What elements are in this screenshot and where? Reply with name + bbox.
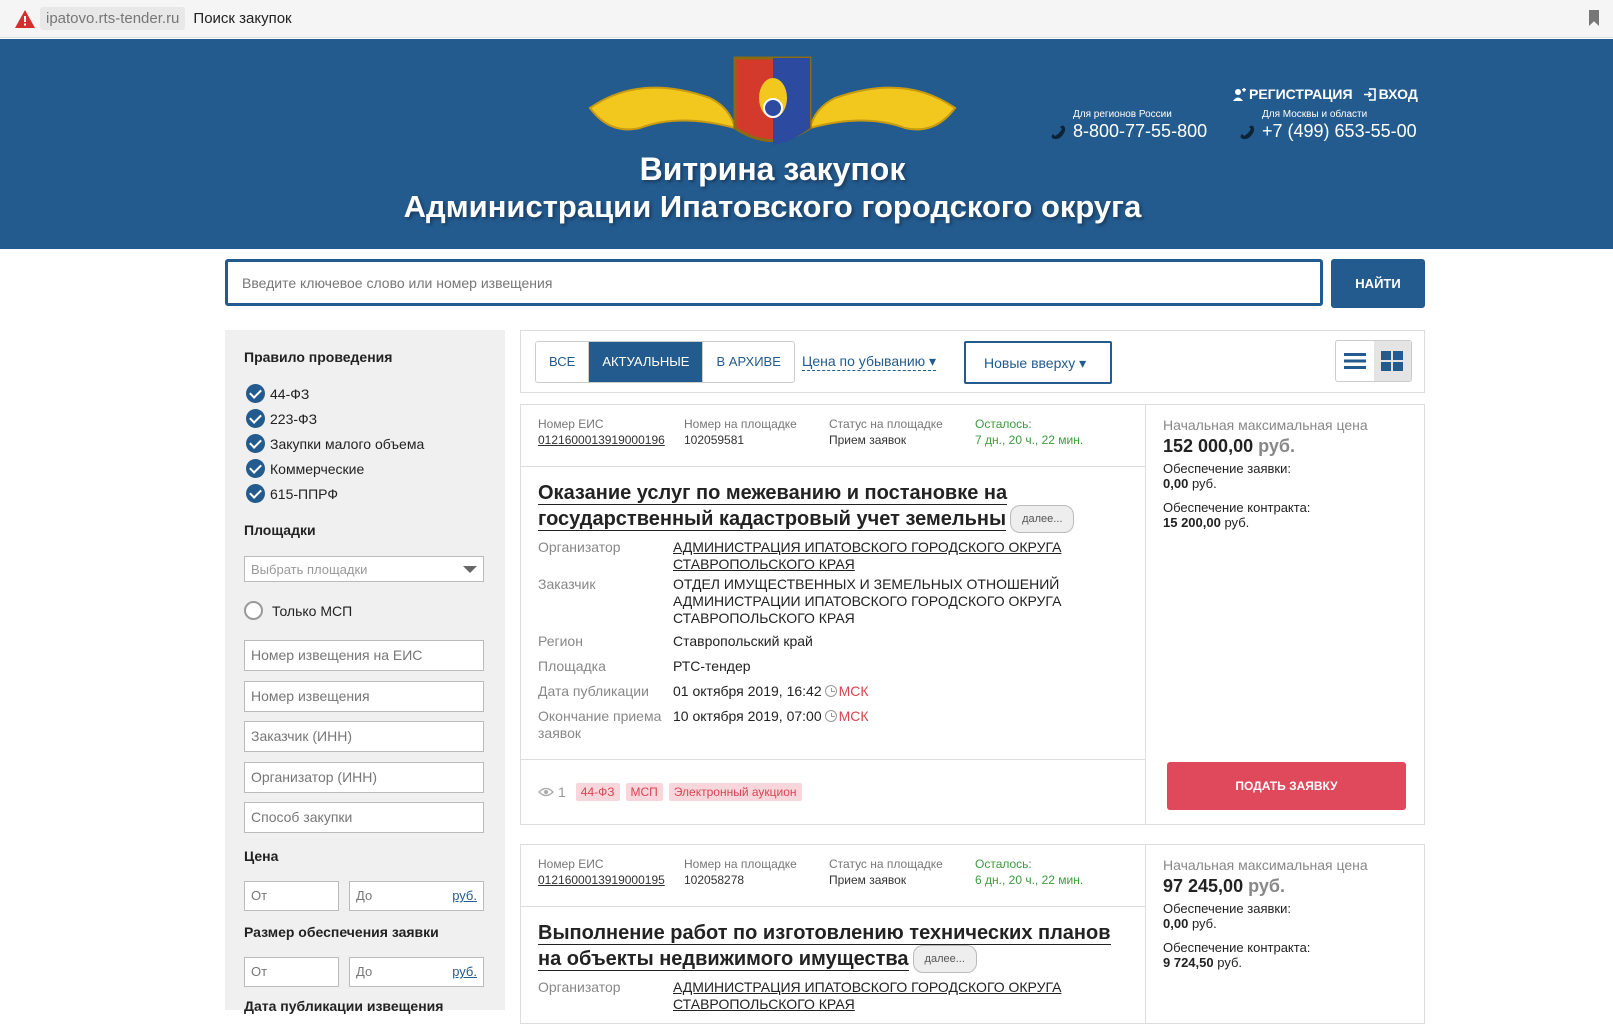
platforms-heading: Площадки [244, 522, 316, 538]
eis-number: Номер ЕИС 0121600013919000195 [538, 857, 665, 887]
tender-tags: 1 44-ФЗ МСП Электронный аукцион [538, 783, 802, 801]
tab-actual[interactable]: АКТУАЛЬНЫЕ [589, 342, 704, 382]
platform-number: Номер на площадке 102058278 [684, 857, 797, 887]
guarantee-heading: Размер обеспечения заявки [244, 924, 439, 940]
checkbox-checked-icon [246, 384, 265, 403]
customer-row: Заказчик ОТДЕЛ ИМУЩЕСТВЕННЫХ И ЗЕМЕЛЬНЫХ … [538, 576, 1062, 626]
date-heading: Дата публикации извещения [244, 998, 444, 1014]
more-button[interactable]: далее... [912, 945, 977, 973]
filters-sidebar: Правило проведения 44-ФЗ 223-ФЗ Закупки … [225, 330, 505, 1014]
search-button[interactable]: НАЙТИ [1331, 259, 1425, 308]
only-msp-radio[interactable]: Только МСП [244, 601, 352, 620]
warning-icon[interactable] [14, 9, 36, 29]
price-sort-link[interactable]: Цена по убыванию ▾ [802, 353, 937, 371]
tag-msp: МСП [625, 783, 663, 801]
rule-checkbox-44fz[interactable]: 44-ФЗ [246, 384, 309, 403]
platforms-select[interactable]: Выбрать площадки [244, 556, 484, 582]
phone-icon [1240, 125, 1255, 140]
phone-number[interactable]: +7 (499) 653-55-00 [1262, 121, 1417, 142]
tender-card: Номер ЕИС 0121600013919000195 Номер на пл… [520, 844, 1425, 1024]
customer-inn-field[interactable]: Заказчик (ИНН) [244, 721, 484, 752]
eis-number: Номер ЕИС 0121600013919000196 [538, 417, 665, 447]
rule-checkbox-commercial[interactable]: Коммерческие [246, 459, 364, 478]
more-button[interactable]: далее... [1010, 505, 1075, 533]
checkbox-checked-icon [246, 459, 265, 478]
phone-regions: Для регионов России 8-800-77-55-800 [1051, 109, 1207, 142]
organizer-row: Организатор АДМИНИСТРАЦИЯ ИПАТОВСКОГО ГОР… [538, 539, 1062, 572]
checkbox-checked-icon [246, 409, 265, 428]
user-add-icon [1233, 88, 1246, 101]
login-icon [1363, 88, 1376, 101]
login-link[interactable]: ВХОД [1363, 86, 1418, 102]
organizer-row: Организатор АДМИНИСТРАЦИЯ ИПАТОВСКОГО ГОР… [538, 979, 1062, 1012]
phone-number[interactable]: 8-800-77-55-800 [1073, 121, 1207, 142]
platform-status: Статус на площадке Прием заявок [829, 857, 943, 887]
status-tabs: ВСЕ АКТУАЛЬНЫЕ В АРХИВЕ [535, 341, 795, 383]
site-header: Витрина закупок Администрации Ипатовског… [0, 39, 1613, 249]
tab-archive[interactable]: В АРХИВЕ [703, 342, 794, 382]
rule-checkbox-223fz[interactable]: 223-ФЗ [246, 409, 317, 428]
search-input[interactable]: Введите ключевое слово или номер извещен… [225, 259, 1323, 306]
notice-number-field[interactable]: Номер извещения [244, 681, 484, 712]
tender-card: Номер ЕИС 0121600013919000196 Номер на пл… [520, 404, 1425, 825]
view-toggle [1335, 340, 1412, 382]
phone-moscow: Для Москвы и области +7 (499) 653-55-00 [1240, 109, 1417, 142]
page-title: Поиск закупок [193, 10, 292, 27]
max-price: 152 000,00 руб. [1163, 436, 1295, 456]
pub-date-row: Дата публикации 01 октября 2019, 16:42 МСК [538, 683, 869, 699]
tag-law: 44-ФЗ [575, 783, 620, 801]
tender-title[interactable]: Оказание услуг по межеванию и постановке… [538, 481, 1118, 533]
rule-checkbox-615[interactable]: 615-ППРФ [246, 484, 338, 503]
price-from-field[interactable]: От [244, 881, 339, 911]
tab-all[interactable]: ВСЕ [536, 342, 590, 382]
eye-icon [538, 787, 554, 797]
guarantee-from-field[interactable]: От [244, 957, 339, 987]
eis-number-field[interactable]: Номер извещения на ЕИС [244, 640, 484, 671]
register-link[interactable]: РЕГИСТРАЦИЯ [1233, 86, 1353, 102]
header-title-line2: Администрации Ипатовского городского окр… [403, 189, 1142, 224]
radio-icon [244, 601, 263, 620]
grid-view-icon[interactable] [1373, 341, 1411, 381]
chevron-down-icon [463, 566, 477, 573]
time-left: Осталось: 6 дн., 20 ч., 22 мин. [975, 857, 1084, 887]
platform-number: Номер на площадке 102059581 [684, 417, 797, 447]
platform-status: Статус на площадке Прием заявок [829, 417, 943, 447]
price-panel: Начальная максимальная цена 97 245,00 ру… [1163, 857, 1413, 970]
clock-icon [824, 710, 837, 722]
price-to-field[interactable]: До руб. [349, 881, 484, 911]
checkbox-checked-icon [246, 484, 265, 503]
date-sort-select[interactable]: Новые вверху ▾ [964, 341, 1112, 384]
rule-heading: Правило проведения [244, 349, 393, 365]
tag-method: Электронный аукцион [668, 783, 802, 801]
clock-icon [824, 685, 837, 697]
end-date-row: Окончание приема заявок 10 октября 2019, … [538, 708, 869, 741]
results-toolbar: ВСЕ АКТУАЛЬНЫЕ В АРХИВЕ Цена по убыванию… [520, 330, 1425, 393]
phone-icon [1051, 125, 1066, 140]
apply-button[interactable]: ПОДАТЬ ЗАЯВКУ [1167, 762, 1406, 810]
checkbox-checked-icon [246, 434, 265, 453]
tender-title[interactable]: Выполнение работ по изготовлению техниче… [538, 921, 1118, 973]
browser-bar: ipatovo.rts-tender.ru Поиск закупок [0, 0, 1613, 38]
address-bar[interactable]: ipatovo.rts-tender.ru [40, 7, 186, 30]
header-title-line1: Витрина закупок [639, 151, 906, 187]
platform-row: Площадка РТС-тендер [538, 658, 751, 674]
time-left: Осталось: 7 дн., 20 ч., 22 мин. [975, 417, 1084, 447]
method-field[interactable]: Способ закупки [244, 802, 484, 833]
list-view-icon[interactable] [1336, 341, 1374, 381]
guarantee-to-field[interactable]: До руб. [349, 957, 484, 987]
region-row: Регион Ставропольский край [538, 633, 813, 649]
price-panel: Начальная максимальная цена 152 000,00 р… [1163, 417, 1413, 530]
max-price: 97 245,00 руб. [1163, 876, 1285, 896]
price-heading: Цена [244, 848, 279, 864]
rule-checkbox-small[interactable]: Закупки малого объема [246, 434, 424, 453]
coat-of-arms-emblem [588, 56, 957, 145]
auth-bar: РЕГИСТРАЦИЯ ВХОД [1233, 86, 1418, 102]
bookmark-icon[interactable] [1589, 10, 1599, 26]
organizer-inn-field[interactable]: Организатор (ИНН) [244, 762, 484, 793]
views-count: 1 [538, 784, 566, 800]
